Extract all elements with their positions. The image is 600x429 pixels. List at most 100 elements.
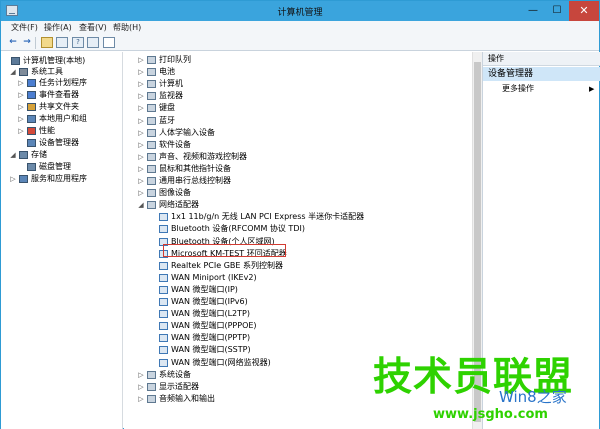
network-adapter-icon [159,310,168,319]
collapsed-icon[interactable]: ▷ [137,127,145,139]
title-bar[interactable]: 计算机管理 — ☐ ✕ [1,1,599,21]
collapsed-icon[interactable]: ▷ [137,175,145,187]
device-tree-item-label: Realtek PCIe GBE 系列控制器 [171,260,283,270]
device-category-icon [147,104,156,113]
event-viewer-icon [27,91,36,99]
expanded-icon[interactable]: ◢ [137,199,145,211]
collapsed-icon[interactable]: ▷ [137,115,145,127]
device-tree-item-label: 显示适配器 [159,381,199,391]
console-tree-item-label: 事件查看器 [39,90,79,99]
collapsed-icon[interactable]: ▷ [137,102,145,114]
device-category-icon [147,80,156,89]
device-tree-item-label: WAN 微型端口(L2TP) [171,309,250,319]
collapsed-icon[interactable]: ▷ [137,78,145,90]
computer-icon [11,57,20,65]
collapsed-icon[interactable]: ▷ [17,101,25,113]
collapsed-icon[interactable]: ▷ [137,139,145,151]
device-tree-item-label: WAN 微型端口(网络监视器) [171,357,271,367]
device-tree-item-label: Bluetooth 设备(RFCOMM 协议 TDI) [171,224,305,234]
console-tree-item-label: 服务和应用程序 [31,174,87,183]
more-actions-link[interactable]: 更多操作 [502,83,534,95]
network-adapter-icon [159,298,168,306]
local-users-icon [27,115,36,123]
shared-folder-icon [27,103,36,111]
menu-file[interactable]: 文件(F) [11,22,38,33]
menu-view[interactable]: 查看(V) [79,22,107,33]
device-tree-item-label: WAN 微型端口(PPPOE) [171,321,257,331]
storage-icon [19,151,28,159]
collapsed-icon[interactable]: ▷ [17,89,25,101]
device-tree-item-label: WAN Miniport (IKEv2) [171,272,257,282]
console-tree-item-label: 设备管理器 [39,138,79,147]
network-adapter-icon [159,334,168,343]
device-category-icon [147,177,156,185]
forward-arrow-icon[interactable]: → [21,37,33,48]
console-tree-item-label: 性能 [39,126,55,135]
collapsed-icon[interactable]: ▷ [137,187,145,199]
collapsed-icon[interactable]: ▷ [137,381,145,393]
collapsed-icon[interactable]: ▷ [137,369,145,381]
device-tree-item-label: 声音、视频和游戏控制器 [159,151,247,161]
menu-action[interactable]: 操作(A) [44,22,72,33]
device-category-icon [147,68,156,77]
collapsed-icon[interactable]: ▷ [17,125,25,137]
device-category-icon [147,189,156,198]
watermark-url: www.jsgho.com [433,407,548,422]
toolbar: ← → ? [1,35,599,51]
network-adapter-icon [159,322,168,331]
collapsed-icon[interactable]: ▷ [137,66,145,78]
network-adapter-icon [159,273,168,282]
console-tree-item-label: 存储 [31,150,47,159]
device-tree-item-label: 人体学输入设备 [159,127,215,137]
device-tree-item-label: 网络适配器 [159,200,199,210]
collapsed-icon[interactable]: ▷ [137,393,145,405]
show-hide-console-tree-icon[interactable] [56,37,68,48]
computer-management-window: 计算机管理 — ☐ ✕ 文件(F) 操作(A) 查看(V) 帮助(H) ← → … [0,0,600,429]
collapsed-icon[interactable]: ▷ [137,90,145,102]
network-adapter-icon [159,346,168,355]
collapsed-icon[interactable]: ▷ [9,173,17,185]
collapsed-icon[interactable]: ▷ [137,163,145,175]
device-tree-item-label: 鼠标和其他指针设备 [159,163,231,173]
device-tree-item-label: 电池 [159,67,175,77]
back-arrow-icon[interactable]: ← [7,37,19,48]
device-tree-item-label: 蓝牙 [159,115,175,125]
network-adapter-icon [159,213,168,222]
device-tree-item-label: 键盘 [159,103,175,113]
up-folder-icon[interactable] [41,37,53,48]
help-icon[interactable]: ? [72,37,84,48]
properties-icon[interactable] [103,37,115,48]
show-action-pane-icon[interactable] [87,37,99,48]
highlight-box [163,244,286,257]
close-button[interactable]: ✕ [569,1,599,21]
console-tree-pane: 计算机管理(本地) ◢ 系统工具 ▷ 任务计划程序 ▷ 事件查看器 ▷ 共享文件夹 ▷ 本地用户和组… [1,52,123,429]
collapsed-icon[interactable]: ▷ [17,77,25,89]
expanded-icon[interactable]: ◢ [9,66,17,78]
network-adapter-icon [159,225,168,234]
disk-management-icon [27,163,36,171]
minimize-button[interactable]: — [521,1,545,21]
expanded-icon[interactable]: ◢ [9,149,17,161]
actions-selected-item[interactable]: 设备管理器 [483,67,600,81]
menu-bar: 文件(F) 操作(A) 查看(V) 帮助(H) [1,21,599,35]
menu-help[interactable]: 帮助(H) [113,22,141,33]
more-actions-arrow-icon[interactable]: ▶ [589,83,594,95]
device-tree-item-label: 监视器 [159,91,183,101]
maximize-button[interactable]: ☐ [545,1,569,21]
device-category-icon [147,56,156,64]
collapsed-icon[interactable]: ▷ [137,151,145,163]
device-tree-item-label: 通用串行总线控制器 [159,176,231,185]
device-tree-item-label: WAN 微型端口(PPTP) [171,333,251,343]
device-tree-item-label: WAN 微型端口(IP) [171,284,238,294]
device-category-icon [147,201,156,210]
collapsed-icon[interactable]: ▷ [137,54,145,66]
collapsed-icon[interactable]: ▷ [17,113,25,125]
device-category-icon [147,382,156,391]
